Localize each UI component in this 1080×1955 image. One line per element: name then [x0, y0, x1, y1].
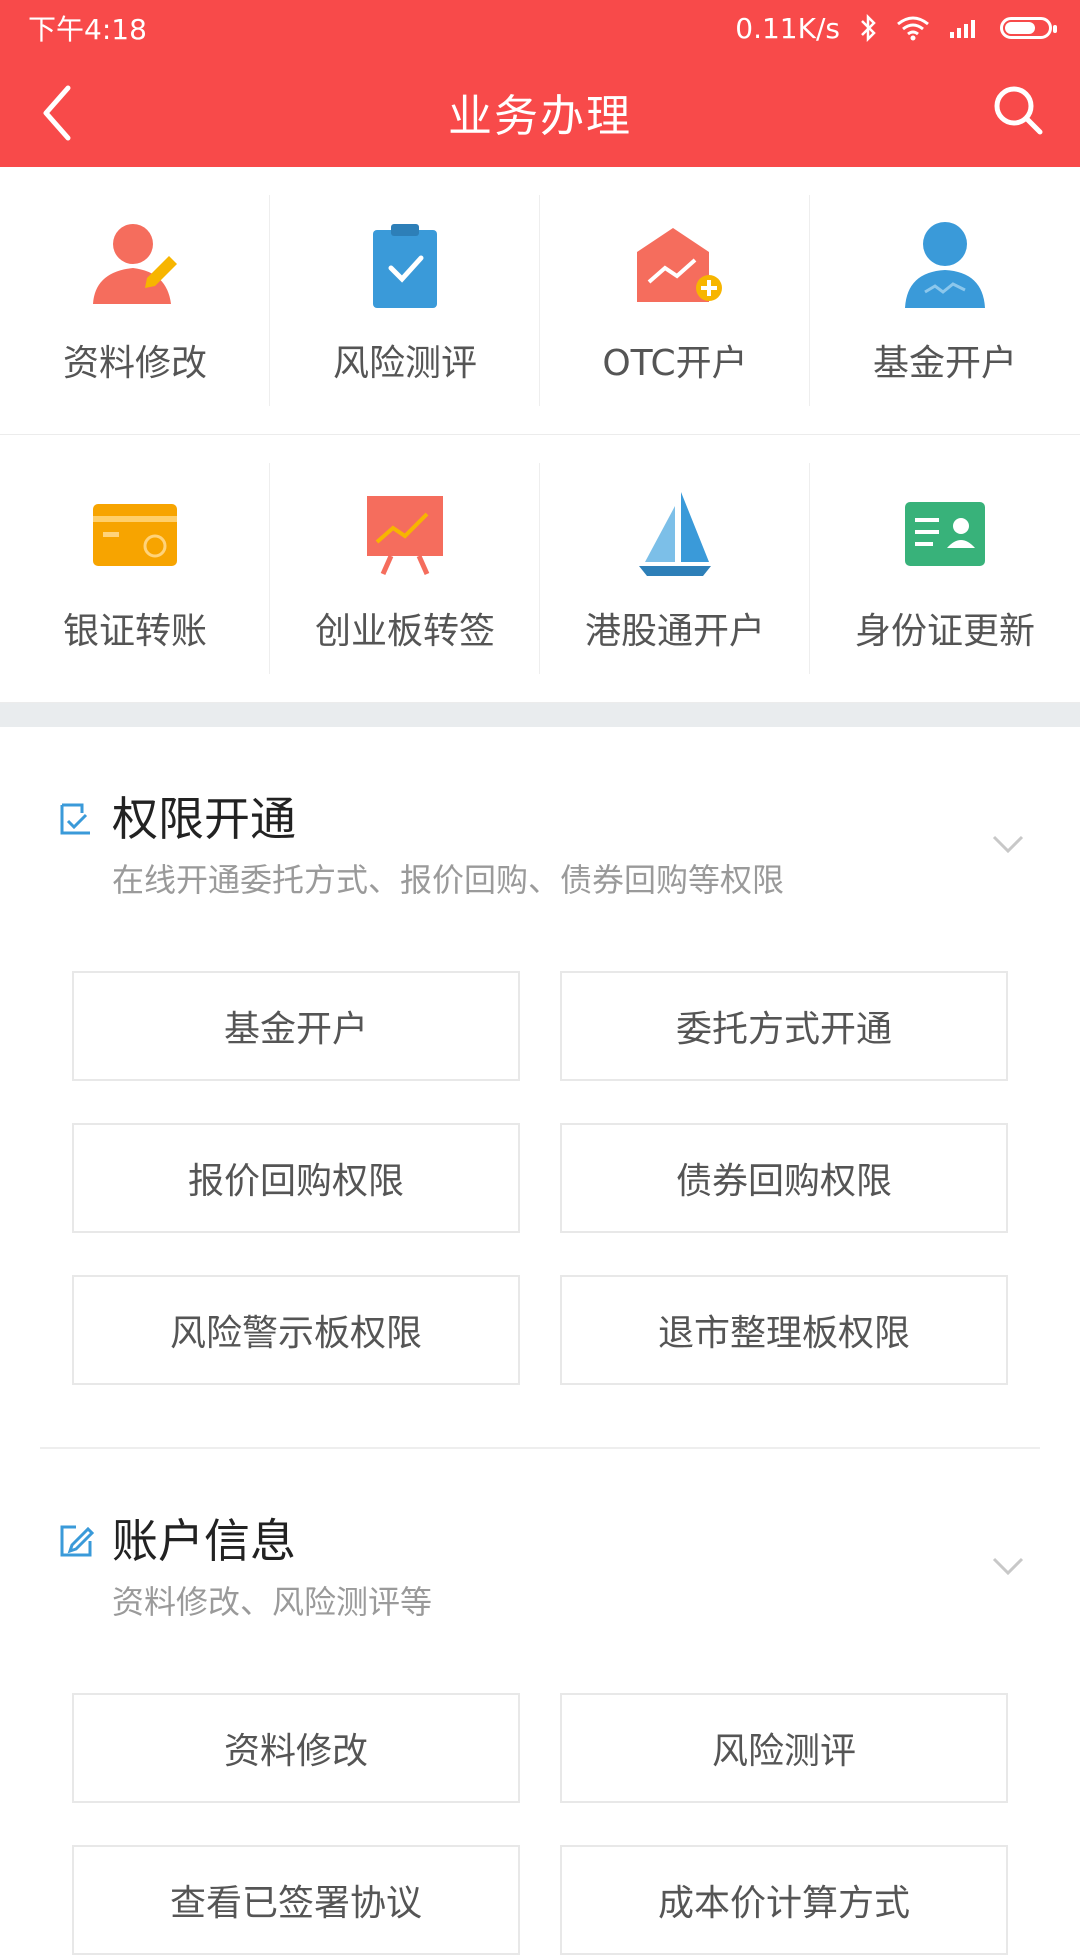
- id-card-icon: [905, 501, 985, 566]
- service-grid: 资料修改 风险测评 OTC开户 基金开户 银证转账 创业板转签 港股通开户 身份…: [0, 167, 1080, 703]
- presentation-chart-icon: [367, 495, 443, 575]
- checklist-icon: [60, 803, 90, 835]
- wifi-icon: [897, 16, 929, 41]
- grid-item-id-update[interactable]: 身份证更新: [810, 435, 1080, 702]
- permission-button[interactable]: 报价回购权限: [72, 1123, 520, 1233]
- chevron-down-icon[interactable]: [988, 823, 1028, 863]
- grid-item-fund-account[interactable]: 基金开户: [810, 167, 1080, 434]
- grid-item-profile-edit[interactable]: 资料修改: [0, 167, 270, 434]
- section-subtitle: 在线开通委托方式、报价回购、债券回购等权限: [112, 861, 785, 899]
- section-title: 账户信息: [112, 1514, 296, 1568]
- nav-bar: 业务办理: [0, 56, 1080, 167]
- user-chart-icon: [905, 221, 985, 308]
- section-title: 权限开通: [112, 792, 296, 846]
- grid-item-otc-account[interactable]: OTC开户: [540, 167, 810, 434]
- person-edit-icon: [93, 223, 177, 304]
- clipboard-check-icon: [373, 223, 437, 308]
- permission-button[interactable]: 风险警示板权限: [72, 1275, 520, 1385]
- sail-icon: [639, 491, 711, 576]
- status-bar: 下午4:18 0.11K/s: [0, 0, 1080, 56]
- grid-label: 港股通开户: [584, 610, 765, 652]
- grid-label: OTC开户: [602, 342, 748, 384]
- grid-item-bank-transfer[interactable]: 银证转账: [0, 435, 270, 702]
- grid-item-gem-transfer[interactable]: 创业板转签: [270, 435, 540, 702]
- bluetooth-icon: [861, 14, 876, 42]
- section-subtitle: 资料修改、风险测评等: [112, 1583, 433, 1621]
- grid-row-2: 银证转账 创业板转签 港股通开户 身份证更新: [0, 435, 1080, 703]
- card-refresh-icon: [93, 503, 177, 566]
- grid-label: 风险测评: [332, 342, 477, 384]
- signal-icon: [950, 20, 975, 38]
- grid-row-1: 资料修改 风险测评 OTC开户 基金开户: [0, 167, 1080, 435]
- envelope-plus-icon: [637, 227, 722, 302]
- account-button[interactable]: 资料修改: [72, 1693, 520, 1803]
- top-bar: 下午4:18 0.11K/s 业务办理: [0, 0, 1080, 167]
- grid-item-hk-connect[interactable]: 港股通开户: [540, 435, 810, 702]
- status-right: 0.11K/s: [735, 11, 1057, 45]
- section-permissions: 权限开通 在线开通委托方式、报价回购、债券回购等权限 基金开户 委托方式开通 报…: [0, 727, 1080, 1449]
- account-button[interactable]: 查看已签署协议: [72, 1845, 520, 1955]
- section-account-info: 账户信息 资料修改、风险测评等 资料修改 风险测评 查看已签署协议 成本价计算方…: [0, 1449, 1080, 1955]
- permission-button[interactable]: 基金开户: [72, 971, 520, 1081]
- permission-button[interactable]: 债券回购权限: [560, 1123, 1008, 1233]
- battery-icon: [1000, 17, 1057, 39]
- account-button[interactable]: 风险测评: [560, 1693, 1008, 1803]
- status-time: 下午4:18: [28, 13, 147, 46]
- section-header[interactable]: 账户信息 资料修改、风险测评等: [40, 1449, 1040, 1623]
- chevron-left-icon[interactable]: [34, 78, 84, 148]
- section-header[interactable]: 权限开通 在线开通委托方式、报价回购、债券回购等权限: [40, 727, 1040, 901]
- section-divider: [0, 703, 1080, 727]
- network-speed: 0.11K/s: [735, 11, 840, 45]
- search-icon[interactable]: [990, 82, 1046, 138]
- account-info-buttons: 资料修改 风险测评 查看已签署协议 成本价计算方式: [72, 1693, 1008, 1955]
- grid-label: 资料修改: [62, 342, 207, 384]
- edit-icon: [60, 1525, 94, 1557]
- permission-button[interactable]: 委托方式开通: [560, 971, 1008, 1081]
- grid-label: 创业板转签: [314, 610, 495, 652]
- grid-label: 银证转账: [62, 610, 207, 652]
- grid-label: 基金开户: [872, 342, 1017, 384]
- permissions-buttons: 基金开户 委托方式开通 报价回购权限 债券回购权限 风险警示板权限 退市整理板权…: [72, 971, 1008, 1385]
- grid-label: 身份证更新: [854, 610, 1035, 652]
- chevron-down-icon[interactable]: [988, 1545, 1028, 1585]
- account-button[interactable]: 成本价计算方式: [560, 1845, 1008, 1955]
- permission-button[interactable]: 退市整理板权限: [560, 1275, 1008, 1385]
- grid-item-risk-assessment[interactable]: 风险测评: [270, 167, 540, 434]
- page-title: 业务办理: [448, 90, 632, 142]
